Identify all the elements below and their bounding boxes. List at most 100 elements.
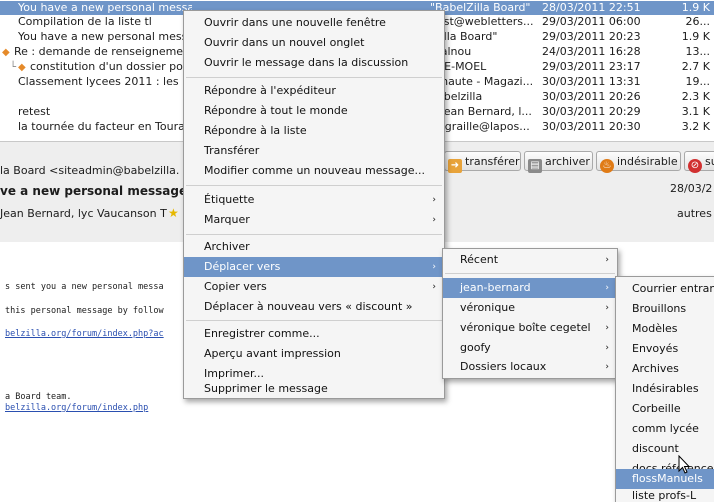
folder-submenu[interactable]: Courrier entrant Brouillons Modèles Envo… <box>615 276 714 502</box>
folder-item[interactable]: comm lycée <box>616 419 714 439</box>
junk-label: indésirable <box>617 155 678 168</box>
junk-button[interactable]: ♨ indésirable <box>596 151 681 173</box>
header-other-link[interactable]: autres <box>677 207 712 220</box>
message-correspondent: n Jean Bernard, l... <box>430 105 532 118</box>
submenu-arrow-icon: › <box>605 323 609 333</box>
menu-item-open-in-conversation[interactable]: Ouvrir le message dans la discussion <box>184 53 444 73</box>
body-line: this personal message by follow <box>5 306 164 316</box>
message-size: 3.1 K <box>681 105 710 118</box>
submenu-item-account[interactable]: Dossiers locaux › <box>443 357 617 377</box>
message-correspondent: lZilla Board" <box>430 30 498 43</box>
menu-item-reply-all[interactable]: Répondre à tout le monde <box>184 101 444 121</box>
submenu-item-account[interactable]: jean-bernard › <box>443 278 617 298</box>
menu-item-move-to[interactable]: Déplacer vers › <box>184 257 444 277</box>
message-subject: la tournée du facteur en Tourai <box>18 120 188 133</box>
menu-separator <box>445 273 615 274</box>
archive-button[interactable]: ▤ archiver <box>524 151 593 173</box>
menu-item-save-as[interactable]: Enregistrer comme... <box>184 324 444 344</box>
body-line: a Board team. <box>5 392 72 402</box>
forward-label: transférer <box>465 155 520 168</box>
delete-button[interactable]: ⊘su <box>684 151 714 173</box>
menu-item-archive[interactable]: Archiver <box>184 237 444 257</box>
folder-item[interactable]: Indésirables <box>616 379 714 399</box>
reply-icon: ◆ <box>2 47 10 58</box>
header-from[interactable]: la Board <siteadmin@babelzilla. <box>0 164 179 177</box>
message-date: 24/03/2011 16:28 <box>542 45 641 58</box>
body-line: s sent you a new personal messa <box>5 282 164 292</box>
folder-item[interactable]: Archives <box>616 359 714 379</box>
message-date: 30/03/2011 20:30 <box>542 120 641 133</box>
account-label: Dossiers locaux <box>460 360 547 373</box>
submenu-arrow-icon: › <box>605 343 609 353</box>
menu-item-mark[interactable]: Marquer › <box>184 210 444 230</box>
message-size: 26... <box>685 15 711 28</box>
folder-item-highlighted[interactable]: flossManuels <box>616 469 714 489</box>
folder-item[interactable]: Corbeille <box>616 399 714 419</box>
message-correspondent: babelzilla <box>430 90 483 103</box>
menu-item-edit-as-new[interactable]: Modifier comme un nouveau message... <box>184 161 444 181</box>
message-size: 3.2 K <box>681 120 710 133</box>
star-icon[interactable]: ★ <box>168 206 179 220</box>
menu-separator <box>186 234 442 235</box>
forward-button[interactable]: ➜ transférer <box>444 151 521 173</box>
submenu-arrow-icon: › <box>432 195 436 205</box>
message-date: 28/03/2011 22:51 <box>542 1 641 14</box>
account-label: véronique <box>460 301 516 314</box>
menu-item-reply-sender[interactable]: Répondre à l'expéditeur <box>184 81 444 101</box>
menu-item-forward[interactable]: Transférer <box>184 141 444 161</box>
menu-item-delete[interactable]: Supprimer le message <box>184 382 444 398</box>
message-subject: You have a new personal message ( BabelZ… <box>18 1 192 14</box>
folder-item[interactable]: Modèles <box>616 319 714 339</box>
header-to[interactable]: Jean Bernard, lyc Vaucanson T <box>0 207 167 220</box>
menu-item-move-again[interactable]: Déplacer à nouveau vers « discount » <box>184 297 444 317</box>
message-correspondent: r LE-MOEL <box>430 60 487 73</box>
submenu-arrow-icon: › <box>432 262 436 272</box>
move-to-submenu[interactable]: Récent › jean-bernard › véronique › véro… <box>442 248 618 379</box>
archive-icon: ▤ <box>528 159 542 173</box>
submenu-arrow-icon: › <box>605 303 609 313</box>
message-subject: retest <box>18 105 51 118</box>
message-correspondent: uest@webletters... <box>430 15 534 28</box>
message-subject: Compilation de la liste tl <box>18 15 152 28</box>
folder-item[interactable]: Envoyés <box>616 339 714 359</box>
header-date: 28/03/2 <box>670 182 713 195</box>
account-label: véronique boîte cegetel <box>460 321 591 334</box>
delete-icon: ⊘ <box>688 159 702 173</box>
submenu-arrow-icon: › <box>605 283 609 293</box>
message-date: 29/03/2011 06:00 <box>542 15 641 28</box>
menu-separator <box>186 185 442 186</box>
submenu-item-account[interactable]: véronique boîte cegetel › <box>443 318 617 338</box>
menu-item-copy-to-label: Copier vers <box>204 280 267 293</box>
body-link[interactable]: belzilla.org/forum/index.php <box>5 403 148 413</box>
submenu-arrow-icon: › <box>605 255 609 265</box>
submenu-item-recent[interactable]: Récent › <box>443 250 617 270</box>
body-link[interactable]: belzilla.org/forum/index.php?ac <box>5 329 164 339</box>
menu-item-print-preview[interactable]: Aperçu avant impression <box>184 344 444 364</box>
menu-item-reply-list[interactable]: Répondre à la liste <box>184 121 444 141</box>
menu-item-open-new-window[interactable]: Ouvrir dans une nouvelle fenêtre <box>184 13 444 33</box>
submenu-item-account[interactable]: goofy › <box>443 338 617 358</box>
menu-item-print[interactable]: Imprimer... <box>184 364 444 384</box>
submenu-item-recent-label: Récent <box>460 253 499 266</box>
message-date: 29/03/2011 20:23 <box>542 30 641 43</box>
account-label: goofy <box>460 341 491 354</box>
menu-item-copy-to[interactable]: Copier vers › <box>184 277 444 297</box>
thread-line-icon: └ <box>10 62 17 73</box>
header-subject: ve a new personal message ( <box>0 184 197 198</box>
menu-item-move-to-label: Déplacer vers <box>204 260 281 273</box>
submenu-arrow-icon: › <box>605 362 609 372</box>
folder-item[interactable]: discount <box>616 439 714 459</box>
message-subject: Classement lycees 2011 : les r <box>18 75 187 88</box>
folder-item[interactable]: liste profs-L <box>616 489 714 502</box>
mouse-cursor-icon <box>678 455 691 474</box>
menu-item-tag[interactable]: Étiquette › <box>184 190 444 210</box>
folder-item[interactable]: Courrier entrant <box>616 279 714 299</box>
folder-item[interactable]: Brouillons <box>616 299 714 319</box>
context-menu[interactable]: Ouvrir dans une nouvelle fenêtre Ouvrir … <box>183 10 445 399</box>
message-size: 13... <box>685 45 711 58</box>
menu-item-tag-label: Étiquette <box>204 193 255 206</box>
message-size: 1.9 K <box>681 1 710 14</box>
menu-item-open-new-tab[interactable]: Ouvrir dans un nouvel onglet <box>184 33 444 53</box>
submenu-item-account[interactable]: véronique › <box>443 298 617 318</box>
message-subject: You have a new personal mess <box>18 30 188 43</box>
